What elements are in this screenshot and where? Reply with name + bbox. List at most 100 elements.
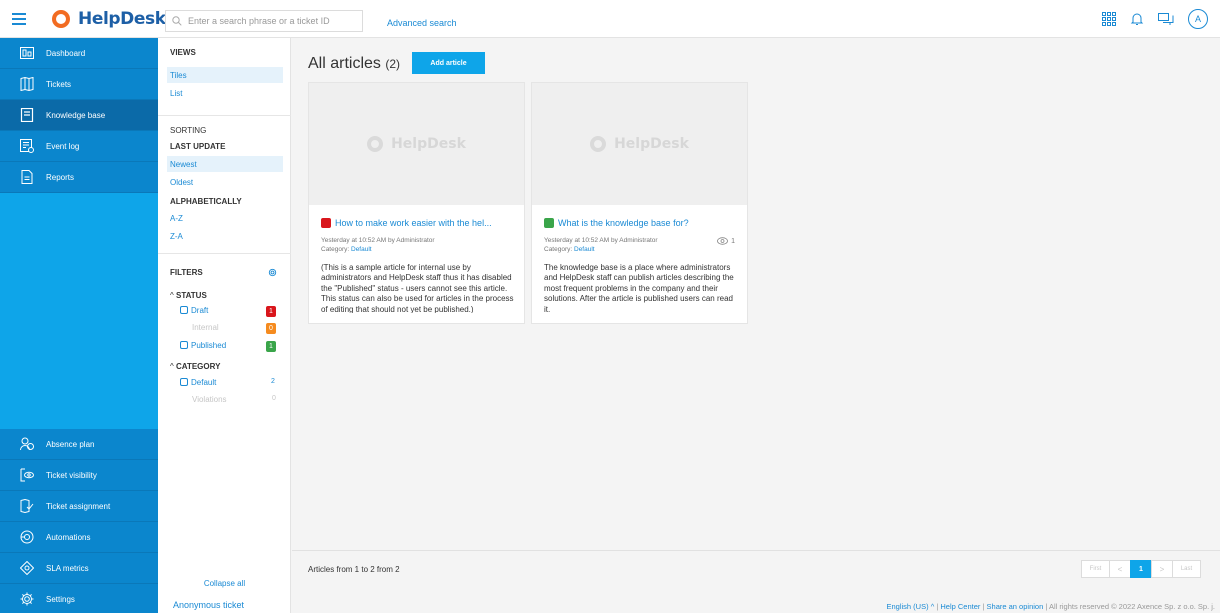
sort-a-z[interactable]: A-Z — [170, 214, 183, 223]
watermark-text: HelpDesk — [614, 136, 689, 152]
sidebar-item-reports[interactable]: Reports — [0, 162, 158, 193]
draft-status-icon — [321, 218, 331, 228]
language-label: English (US) — [886, 602, 929, 611]
logo[interactable]: HelpDesk — [52, 9, 166, 29]
article-image-placeholder: HelpDesk — [309, 83, 524, 205]
share-opinion-link[interactable]: Share an opinion — [987, 602, 1044, 611]
menu-icon[interactable] — [12, 13, 26, 25]
sidebar-item-label: Dashboard — [46, 48, 86, 58]
status-heading: STATUS — [175, 291, 207, 300]
sidebar-item-automations[interactable]: Automations — [0, 522, 158, 553]
category-label: Category: — [321, 246, 350, 253]
category-toggle[interactable]: ^ CATEGORY — [170, 362, 220, 371]
article-card[interactable]: HelpDesk What is the knowledge base for?… — [531, 82, 748, 324]
article-meta: Yesterday at 10:52 AM by Administrator C… — [544, 236, 658, 254]
filter-panel: VIEWS Tiles List SORTING LAST UPDATE New… — [158, 38, 291, 613]
search-input[interactable] — [188, 16, 358, 26]
sorting-heading: SORTING — [170, 126, 207, 135]
article-title[interactable]: What is the knowledge base for? — [544, 218, 689, 228]
add-article-button[interactable]: Add article — [412, 52, 485, 74]
divider — [292, 550, 1220, 551]
sidebar-item-dashboard[interactable]: Dashboard — [0, 38, 158, 69]
top-bar: HelpDesk Advanced search A — [0, 0, 1220, 38]
gear-icon — [20, 592, 34, 606]
checkbox[interactable] — [180, 341, 188, 349]
event-log-icon — [20, 139, 34, 153]
footer-bar: English (US) ^ | Help Center | Share an … — [886, 602, 1215, 611]
article-title-text: How to make work easier with the hel... — [335, 218, 492, 228]
category-label: Category: — [544, 246, 573, 253]
sidebar-item-event-log[interactable]: Event log — [0, 131, 158, 162]
sidebar-item-label: Settings — [46, 594, 75, 604]
dashboard-icon — [20, 46, 34, 60]
view-tiles[interactable]: Tiles — [170, 71, 187, 80]
article-card[interactable]: HelpDesk How to make work easier with th… — [308, 82, 525, 324]
tickets-icon — [20, 77, 34, 91]
article-date: Yesterday at 10:52 AM by Administrator — [544, 237, 658, 244]
sidebar-item-ticket-visibility[interactable]: Ticket visibility — [0, 460, 158, 491]
category-violations-filter: Violations — [192, 395, 227, 404]
page-1-button[interactable]: 1 — [1130, 560, 1152, 578]
view-list[interactable]: List — [170, 89, 182, 98]
articles-count-text: Articles from 1 to 2 from 2 — [308, 565, 400, 574]
checkbox[interactable] — [180, 306, 188, 314]
filter-label: Draft — [191, 306, 209, 315]
count-badge: 0 — [266, 323, 276, 334]
anonymous-ticket-link[interactable]: Anonymous ticket — [173, 600, 244, 610]
category-count: 2 — [271, 378, 275, 385]
language-selector[interactable]: English (US) ^ — [886, 602, 934, 611]
status-internal-filter: Internal — [192, 323, 219, 332]
search-box[interactable] — [165, 10, 363, 32]
article-date: Yesterday at 10:52 AM by Administrator — [321, 237, 435, 244]
status-toggle[interactable]: ^ STATUS — [170, 291, 207, 300]
article-title-text: What is the knowledge base for? — [558, 218, 689, 228]
alphabetically-heading: ALPHABETICALLY — [170, 197, 242, 206]
first-page-button[interactable]: First — [1081, 560, 1110, 578]
search-icon — [172, 16, 182, 26]
prev-page-button[interactable]: < — [1109, 560, 1131, 578]
chat-icon[interactable] — [1158, 12, 1174, 26]
article-title[interactable]: How to make work easier with the hel... — [321, 218, 492, 228]
next-page-button[interactable]: > — [1151, 560, 1173, 578]
filter-settings-gear-icon[interactable] — [268, 268, 277, 277]
sidebar-item-absence-plan[interactable]: Absence plan — [0, 429, 158, 460]
apps-grid-icon[interactable] — [1102, 12, 1116, 26]
lifebuoy-icon — [590, 136, 607, 152]
sidebar-item-label: Event log — [46, 141, 80, 151]
page-title: All articles (2) — [308, 55, 400, 73]
view-count-number: 1 — [731, 237, 735, 245]
avatar[interactable]: A — [1188, 9, 1208, 29]
divider — [158, 253, 291, 254]
sidebar-item-label: Knowledge base — [46, 110, 106, 120]
sidebar-item-tickets[interactable]: Tickets — [0, 69, 158, 100]
checkbox[interactable] — [180, 378, 188, 386]
category-default-filter[interactable]: Default — [180, 378, 216, 387]
sidebar-item-knowledge-base[interactable]: Knowledge base — [0, 100, 158, 131]
visibility-icon — [20, 468, 34, 482]
book-icon — [20, 108, 34, 122]
article-category-link[interactable]: Default — [351, 246, 372, 253]
status-published-filter[interactable]: Published — [180, 341, 226, 350]
watermark-text: HelpDesk — [391, 136, 466, 152]
collapse-all-link[interactable]: Collapse all — [158, 579, 291, 588]
sidebar-item-settings[interactable]: Settings — [0, 584, 158, 613]
article-category-link[interactable]: Default — [574, 246, 595, 253]
sort-newest[interactable]: Newest — [170, 160, 197, 169]
absence-icon — [20, 437, 34, 451]
sidebar-item-label: Absence plan — [46, 439, 95, 449]
sidebar-item-ticket-assignment[interactable]: Ticket assignment — [0, 491, 158, 522]
sidebar-item-sla-metrics[interactable]: SLA metrics — [0, 553, 158, 584]
bell-icon[interactable] — [1130, 12, 1144, 26]
advanced-search-link[interactable]: Advanced search — [387, 18, 457, 28]
filter-label: Published — [191, 341, 227, 350]
published-status-icon — [544, 218, 554, 228]
last-page-button[interactable]: Last — [1172, 560, 1201, 578]
status-draft-filter[interactable]: Draft — [180, 306, 208, 315]
views-heading: VIEWS — [170, 48, 196, 57]
logo-text: HelpDesk — [78, 9, 166, 29]
help-center-link[interactable]: Help Center — [940, 602, 980, 611]
sort-z-a[interactable]: Z-A — [170, 232, 183, 241]
lifebuoy-logo-icon — [52, 10, 70, 28]
sidebar-item-label: SLA metrics — [46, 563, 89, 573]
sort-oldest[interactable]: Oldest — [170, 178, 193, 187]
